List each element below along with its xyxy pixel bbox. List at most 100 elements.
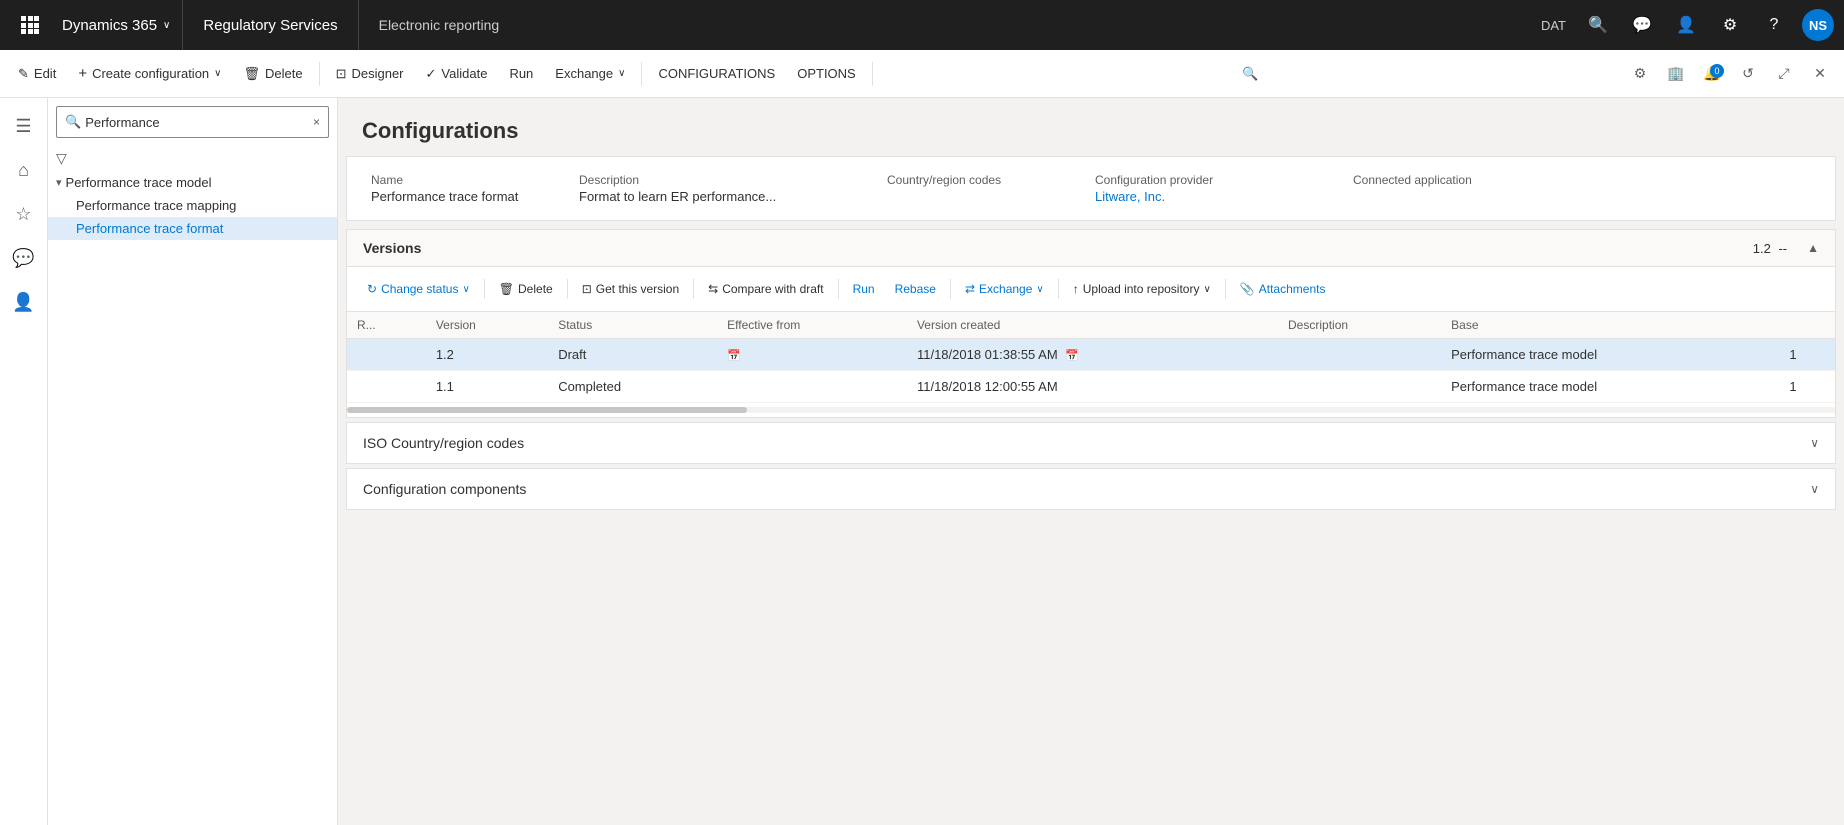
config-header: Configurations — [338, 98, 1844, 156]
rail-star-icon[interactable]: ☆ — [4, 194, 44, 234]
delete-button[interactable]: 🗑 Delete — [233, 58, 312, 90]
sidebar-item-perf-trace-format[interactable]: Performance trace format — [48, 217, 337, 240]
cell-created-1: 11/18/2018 01:38:55 AM 📅 — [907, 339, 1278, 371]
sidebar: 🔍 × ▽ ▾ Performance trace model Performa… — [48, 98, 338, 825]
versions-collapse-icon[interactable]: ▲ — [1807, 241, 1819, 255]
exchange-button[interactable]: Exchange ∨ — [545, 58, 635, 90]
provider-label: Configuration provider — [1095, 173, 1345, 187]
table-scrollbar[interactable] — [347, 407, 1835, 413]
sidebar-clear-icon[interactable]: × — [313, 115, 320, 129]
iso-panel-header[interactable]: ISO Country/region codes ∨ — [347, 423, 1835, 463]
versions-delete-icon: 🗑 — [499, 282, 514, 296]
upload-repository-button[interactable]: ↑ Upload into repository ∨ — [1065, 275, 1219, 303]
main-content: Configurations Name Performance trace fo… — [338, 98, 1844, 825]
tree-toggle-icon: ▾ — [56, 176, 62, 189]
avatar[interactable]: NS — [1802, 9, 1834, 41]
config-components-chevron[interactable]: ∨ — [1810, 482, 1819, 496]
waffle-icon[interactable] — [10, 0, 50, 50]
name-value: Performance trace format — [371, 189, 571, 204]
cell-base-num-1: 1 — [1779, 339, 1835, 371]
versions-panel: Versions 1.2 -- ▲ ↻ Change status ∨ 🗑 De… — [346, 229, 1836, 418]
sidebar-item-perf-trace-model[interactable]: ▾ Performance trace model — [48, 171, 337, 194]
message-icon-button[interactable]: 💬 — [1622, 0, 1662, 50]
attachments-button[interactable]: 📎 Attachments — [1232, 275, 1334, 303]
provider-value[interactable]: Litware, Inc. — [1095, 189, 1345, 204]
get-version-icon: ⊡ — [582, 282, 592, 296]
table-row[interactable]: 1.1 Completed 11/18/2018 12:00:55 AM Per… — [347, 371, 1835, 403]
filter-icon: ▽ — [56, 150, 67, 167]
plus-icon: + — [78, 65, 87, 82]
calendar-icon-1: 📅 — [727, 350, 741, 362]
cell-effective-2 — [717, 371, 907, 403]
iso-panel-chevron[interactable]: ∨ — [1810, 436, 1819, 450]
person-icon-button[interactable]: 👤 — [1666, 0, 1706, 50]
versions-panel-header[interactable]: Versions 1.2 -- ▲ — [347, 230, 1835, 267]
detail-grid: Name Performance trace format Descriptio… — [371, 173, 1811, 204]
help-icon-button[interactable]: ? — [1754, 0, 1794, 50]
get-version-button[interactable]: ⊡ Get this version — [574, 275, 687, 303]
cell-status-2: Completed — [548, 371, 717, 403]
page-title: Configurations — [362, 118, 1820, 144]
cell-version-1: 1.2 — [426, 339, 548, 371]
name-label: Name — [371, 173, 571, 187]
sidebar-search-icon: 🔍 — [65, 114, 81, 130]
close-icon[interactable]: ✕ — [1804, 58, 1836, 90]
change-status-button[interactable]: ↻ Change status ∨ — [359, 275, 478, 303]
versions-exchange-button[interactable]: ⇄ Exchange ∨ — [957, 275, 1052, 303]
sidebar-item-perf-trace-mapping[interactable]: Performance trace mapping — [48, 194, 337, 217]
resize-icon[interactable]: ⤢ — [1768, 58, 1800, 90]
options-tab[interactable]: OPTIONS — [787, 58, 866, 90]
versions-table-container: R... Version Status Effective from Versi… — [347, 312, 1835, 403]
col-effective-from: Effective from — [717, 312, 907, 339]
office-icon[interactable]: 🏢 — [1660, 58, 1692, 90]
designer-button[interactable]: ⊡ Designer — [326, 58, 414, 90]
versions-toolbar: ↻ Change status ∨ 🗑 Delete ⊡ Get this ve… — [347, 267, 1835, 312]
config-components-header[interactable]: Configuration components ∨ — [347, 469, 1835, 509]
country-label: Country/region codes — [887, 173, 1087, 187]
sidebar-search-input[interactable] — [85, 115, 313, 130]
separator-2 — [641, 62, 642, 86]
scrollbar-thumb — [347, 407, 747, 413]
description-col: Description Format to learn ER performan… — [579, 173, 879, 204]
cmd-search-button[interactable]: 🔍 — [1232, 58, 1268, 90]
detail-card: Name Performance trace format Descriptio… — [346, 156, 1836, 221]
validate-button[interactable]: ✓ Validate — [416, 58, 498, 90]
versions-panel-version: 1.2 -- — [1753, 241, 1791, 256]
configurations-tab[interactable]: CONFIGURATIONS — [648, 58, 785, 90]
table-header-row: R... Version Status Effective from Versi… — [347, 312, 1835, 339]
cell-base-link-1[interactable]: Performance trace model — [1441, 339, 1779, 371]
toolbar-sep-6 — [1058, 279, 1059, 299]
sidebar-filter-button[interactable]: ▽ — [48, 146, 337, 171]
rebase-button[interactable]: Rebase — [887, 275, 944, 303]
create-configuration-button[interactable]: + Create configuration ∨ — [68, 58, 231, 90]
settings-icon-button[interactable]: ⚙ — [1710, 0, 1750, 50]
rail-menu-icon[interactable]: ☰ — [4, 106, 44, 146]
run-button[interactable]: Run — [499, 58, 543, 90]
edit-button[interactable]: ✎ Edit — [8, 58, 66, 90]
top-nav-right: DAT 🔍 💬 👤 ⚙ ? NS — [1533, 0, 1834, 50]
versions-run-button[interactable]: Run — [845, 275, 883, 303]
versions-delete-button[interactable]: 🗑 Delete — [491, 275, 561, 303]
cell-created-2: 11/18/2018 12:00:55 AM — [907, 371, 1278, 403]
config-components-panel: Configuration components ∨ — [346, 468, 1836, 510]
table-row[interactable]: 1.2 Draft 📅 11/18/2018 01:38:55 AM 📅 Per… — [347, 339, 1835, 371]
delete-icon: 🗑 — [243, 66, 260, 82]
d365-nav[interactable]: Dynamics 365 ∨ — [50, 0, 183, 50]
rail-comment-icon[interactable]: 💬 — [4, 238, 44, 278]
description-label: Description — [579, 173, 879, 187]
validate-icon: ✓ — [426, 66, 437, 82]
rail-person-icon[interactable]: 👤 — [4, 282, 44, 322]
app-layout: ☰ ⌂ ☆ 💬 👤 🔍 × ▽ ▾ Performance trace mode… — [0, 98, 1844, 825]
refresh-icon[interactable]: ↺ — [1732, 58, 1764, 90]
d365-label: Dynamics 365 — [62, 17, 157, 34]
search-icon-button[interactable]: 🔍 — [1578, 0, 1618, 50]
versions-table: R... Version Status Effective from Versi… — [347, 312, 1835, 403]
separator-1 — [319, 62, 320, 86]
cell-base-num-2: 1 — [1779, 371, 1835, 403]
compare-draft-button[interactable]: ⇆ Compare with draft — [700, 275, 831, 303]
rail-home-icon[interactable]: ⌂ — [4, 150, 44, 190]
cell-desc-2 — [1278, 371, 1441, 403]
dat-label: DAT — [1533, 18, 1574, 33]
settings-cmd-icon[interactable]: ⚙ — [1624, 58, 1656, 90]
toolbar-sep-7 — [1225, 279, 1226, 299]
